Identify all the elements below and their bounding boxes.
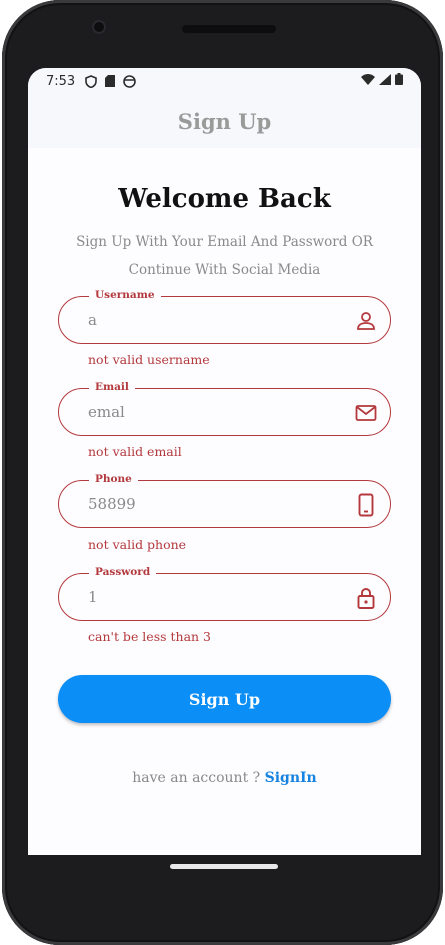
email-field[interactable]: Email emal: [58, 381, 391, 436]
earpiece-speaker: [182, 25, 276, 33]
email-label: Email: [89, 381, 135, 393]
screen: 7:53 Sign Up Welcome Back Sign Up With Y…: [28, 68, 421, 855]
phone-input[interactable]: 58899: [88, 495, 136, 513]
battery-icon: [395, 73, 403, 89]
username-input[interactable]: a: [88, 311, 97, 329]
phone-error: not valid phone: [88, 537, 187, 552]
status-bar: 7:53: [28, 68, 421, 94]
page-subtitle: Sign Up With Your Email And Password OR …: [68, 228, 381, 284]
mail-icon: [354, 401, 378, 425]
signin-prompt: have an account ? SignIn: [28, 770, 421, 786]
app-bar-title: Sign Up: [177, 108, 272, 134]
sign-up-button[interactable]: Sign Up: [58, 675, 391, 723]
face-icon: [123, 74, 137, 88]
home-indicator[interactable]: [170, 864, 278, 869]
subtitle-line-2: Continue With Social Media: [128, 262, 321, 278]
phone-label: Phone: [89, 473, 138, 485]
app-bar: Sign Up: [28, 94, 421, 148]
wifi-icon: [361, 73, 375, 89]
email-error: not valid email: [88, 444, 182, 459]
sd-card-icon: [105, 75, 116, 87]
subtitle-line-1: Sign Up With Your Email And Password OR: [76, 234, 373, 250]
password-error: can't be less than 3: [88, 629, 212, 644]
password-input[interactable]: 1: [88, 588, 98, 606]
username-label: Username: [89, 289, 161, 301]
signin-link[interactable]: SignIn: [265, 770, 317, 786]
front-camera: [92, 20, 106, 34]
password-field[interactable]: Password 1: [58, 566, 391, 621]
phone-icon: [354, 493, 378, 517]
phone-field[interactable]: Phone 58899: [58, 473, 391, 528]
lock-icon: [354, 586, 378, 610]
page-title: Welcome Back: [118, 184, 331, 214]
email-input[interactable]: emal: [88, 403, 125, 421]
username-field[interactable]: Username a: [58, 289, 391, 344]
password-label: Password: [89, 566, 157, 578]
signin-prompt-text: have an account ?: [132, 770, 265, 786]
status-time: 7:53: [46, 73, 76, 89]
person-icon: [354, 309, 378, 333]
signal-icon: [379, 73, 391, 89]
shield-icon: [85, 74, 98, 88]
username-error: not valid username: [88, 352, 210, 367]
